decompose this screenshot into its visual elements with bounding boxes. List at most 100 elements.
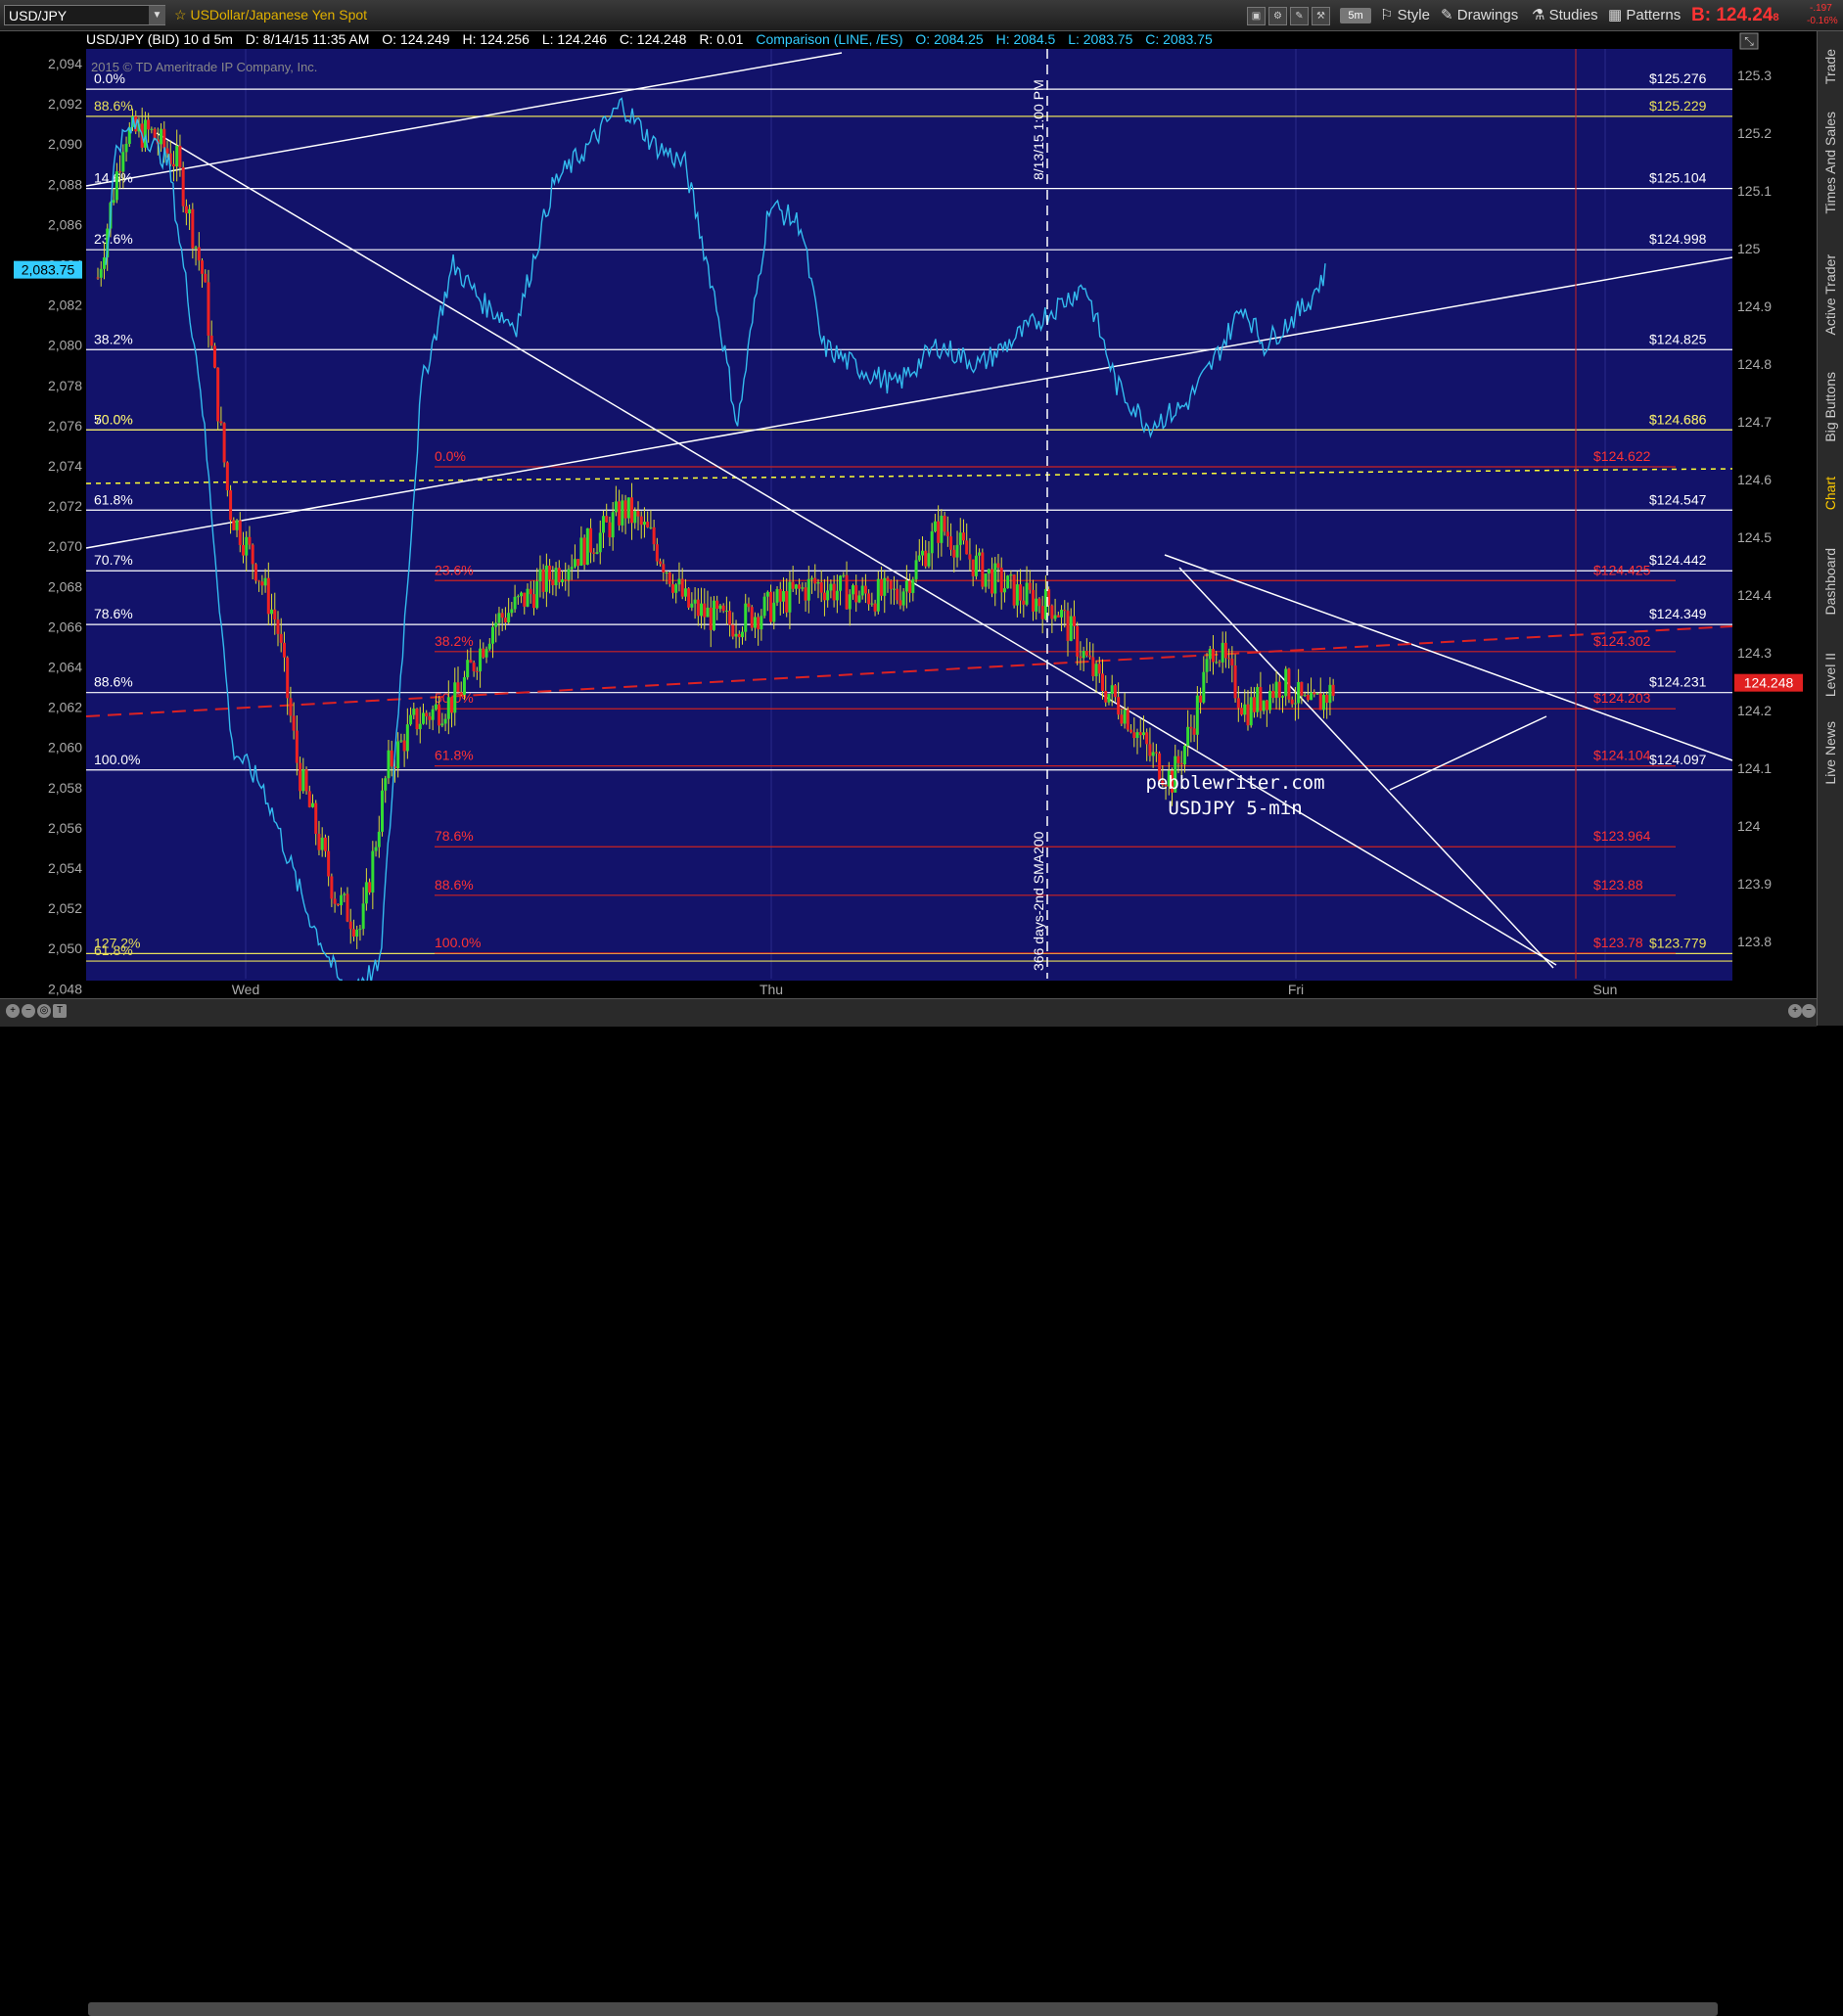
candle-body bbox=[1088, 655, 1092, 658]
wrench-icon[interactable]: ⚒ bbox=[1312, 7, 1330, 25]
candle-body bbox=[904, 580, 908, 592]
price-chart[interactable]: 0.0% $125.27614.6% $125.10423.6% $124.99838… bbox=[0, 31, 1817, 998]
candle-body bbox=[621, 500, 624, 526]
fib-pct-label: 61.8% bbox=[94, 491, 133, 507]
candle-body bbox=[765, 591, 769, 597]
candle-body bbox=[724, 610, 728, 612]
candle-body bbox=[576, 559, 580, 566]
star-icon[interactable]: ☆ bbox=[174, 7, 190, 23]
candle-body bbox=[368, 882, 372, 893]
candle-body bbox=[1035, 598, 1038, 612]
candle-body bbox=[197, 247, 201, 261]
candle-body bbox=[636, 511, 640, 517]
candle-body bbox=[1315, 693, 1319, 695]
right-axis-tick: 124.5 bbox=[1737, 529, 1772, 545]
candle-body bbox=[541, 569, 545, 592]
candle-body bbox=[917, 555, 921, 561]
tab-dashboard[interactable]: Dashboard bbox=[1822, 548, 1838, 616]
candle-body bbox=[848, 594, 852, 610]
candle-body bbox=[839, 575, 843, 591]
candle-body bbox=[626, 497, 630, 519]
fib-price-label: $124.622 bbox=[1593, 448, 1651, 464]
fib-price-label: $124.231 bbox=[1649, 674, 1707, 690]
timeframe-button[interactable]: 5m bbox=[1340, 8, 1371, 23]
candle-body bbox=[415, 709, 419, 730]
candle-body bbox=[870, 603, 874, 605]
zoom-out-icon[interactable]: − bbox=[22, 1004, 35, 1018]
candle-body bbox=[734, 633, 738, 637]
drawings-button[interactable]: ✎ Drawings bbox=[1441, 6, 1518, 25]
time-scrollbar[interactable] bbox=[88, 2002, 1718, 2016]
candle-body bbox=[1006, 575, 1010, 589]
candle-body bbox=[810, 577, 814, 579]
patterns-button[interactable]: ▦ Patterns bbox=[1608, 6, 1681, 25]
time-axis-label: Wed bbox=[232, 982, 260, 997]
candle-body bbox=[832, 583, 836, 601]
tab-big-buttons[interactable]: Big Buttons bbox=[1822, 372, 1838, 442]
candle-body bbox=[1091, 657, 1095, 677]
settings-icon[interactable]: ⚙ bbox=[1268, 7, 1287, 25]
candle-body bbox=[857, 595, 861, 603]
info-range: R: 0.01 bbox=[699, 31, 744, 47]
comparison-label: Comparison (LINE, /ES) bbox=[756, 31, 903, 47]
symbol-description: ☆ USDollar/Japanese Yen Spot bbox=[174, 7, 368, 23]
fib-pct-label: 70.0% bbox=[94, 411, 133, 427]
candle-body bbox=[826, 590, 830, 601]
candle-body bbox=[804, 587, 807, 601]
zoom-fit-icon[interactable]: ◎ bbox=[37, 1004, 51, 1018]
candle-body bbox=[1084, 651, 1088, 656]
share-icon[interactable]: ▣ bbox=[1247, 7, 1266, 25]
candle-body bbox=[323, 837, 327, 851]
symbol-input[interactable]: USD/JPY bbox=[4, 5, 165, 25]
expand-icon[interactable]: + bbox=[1788, 1004, 1802, 1018]
fib-price-label: $125.229 bbox=[1649, 98, 1707, 114]
tab-live-news[interactable]: Live News bbox=[1822, 721, 1838, 785]
close-icon[interactable]: ⤡ bbox=[1739, 32, 1759, 50]
candle-body bbox=[1040, 606, 1044, 619]
fib-pct-label: 100.0% bbox=[435, 935, 481, 950]
zoom-in-icon[interactable]: + bbox=[6, 1004, 20, 1018]
tab-level-ii[interactable]: Level II bbox=[1822, 653, 1838, 697]
candle-body bbox=[851, 585, 854, 595]
candle-body bbox=[204, 273, 207, 283]
candle-body bbox=[937, 521, 941, 543]
candle-body bbox=[191, 208, 195, 249]
symbol-dropdown-icon[interactable]: ▼ bbox=[149, 6, 165, 24]
candle-body bbox=[1182, 745, 1186, 765]
cursor-tool-icon[interactable]: T bbox=[53, 1004, 67, 1018]
left-axis-tick: 2,090 bbox=[48, 136, 82, 152]
candle-body bbox=[1262, 700, 1266, 711]
collapse-icon[interactable]: − bbox=[1802, 1004, 1816, 1018]
candle-body bbox=[276, 619, 280, 634]
tab-chart[interactable]: Chart bbox=[1822, 477, 1838, 510]
candle-body bbox=[425, 712, 429, 717]
studies-button[interactable]: ⚗ Studies bbox=[1532, 6, 1598, 25]
candle-body bbox=[1050, 605, 1054, 619]
drawing-tools-icon[interactable]: ✎ bbox=[1290, 7, 1309, 25]
candle-body bbox=[1063, 610, 1067, 612]
info-high: H: 124.256 bbox=[462, 31, 530, 47]
tab-active-trader[interactable]: Active Trader bbox=[1822, 254, 1838, 335]
tab-trade[interactable]: Trade bbox=[1822, 49, 1838, 84]
candle-body bbox=[295, 730, 299, 763]
candle-body bbox=[513, 596, 517, 610]
right-axis-tick: 124 bbox=[1737, 818, 1761, 834]
style-button[interactable]: ⚐ Style bbox=[1380, 6, 1430, 25]
right-axis-tick: 125 bbox=[1737, 241, 1761, 256]
left-axis-tick: 2,080 bbox=[48, 338, 82, 353]
candle-body bbox=[507, 613, 511, 623]
candle-body bbox=[605, 516, 609, 523]
candle-body bbox=[595, 552, 599, 554]
candle-body bbox=[1313, 692, 1316, 695]
candle-body bbox=[564, 579, 568, 581]
candle-body bbox=[683, 588, 687, 597]
tab-times-and-sales[interactable]: Times And Sales bbox=[1822, 112, 1838, 214]
candle-body bbox=[1223, 642, 1227, 659]
candle-body bbox=[642, 522, 646, 526]
candle-body bbox=[829, 583, 833, 591]
fib-pct-label: 88.6% bbox=[435, 877, 474, 893]
candle-body bbox=[955, 544, 959, 558]
instrument-label: USD/JPY (BID) 10 d 5m bbox=[86, 31, 233, 47]
candle-body bbox=[1019, 584, 1023, 601]
candle-body bbox=[1195, 695, 1199, 735]
